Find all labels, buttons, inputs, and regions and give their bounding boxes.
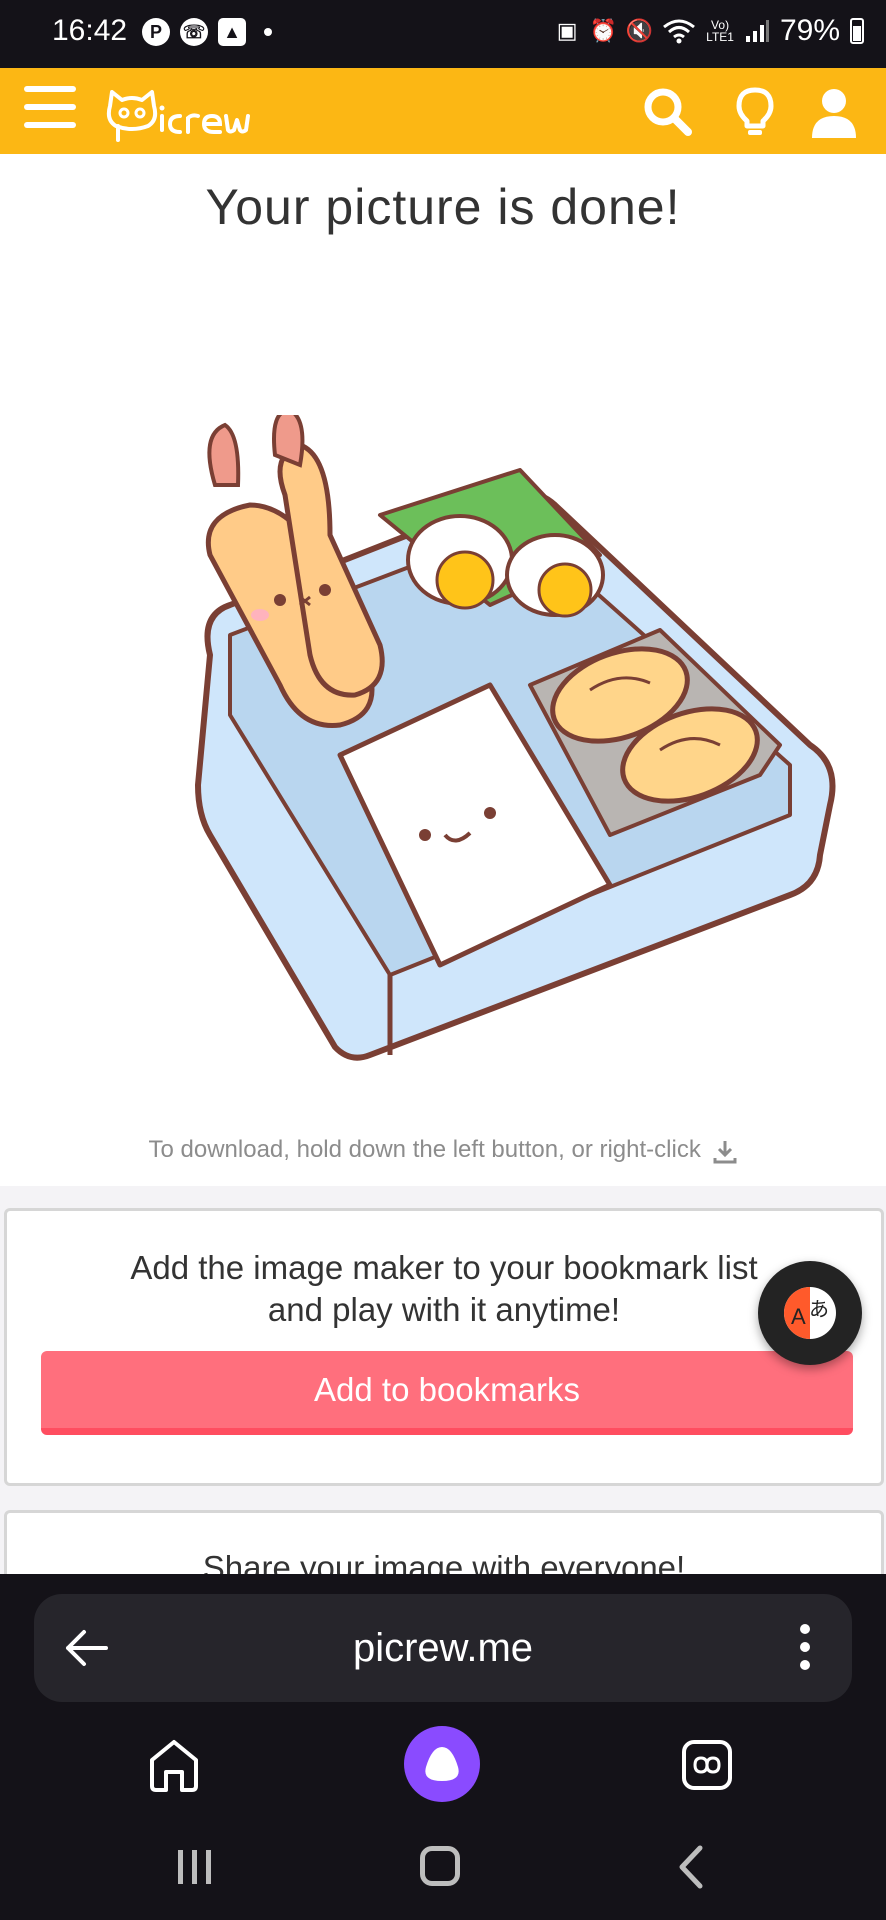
- translate-icon: A あ: [784, 1287, 836, 1339]
- picrew-logo[interactable]: [104, 86, 276, 146]
- download-hint-text: To download, hold down the left button, …: [148, 1136, 701, 1163]
- alarm-icon: ⏰: [589, 18, 617, 43]
- recent-apps-icon[interactable]: [174, 1848, 216, 1886]
- pinterest-icon: P: [142, 18, 170, 46]
- assistant-button[interactable]: [404, 1726, 480, 1802]
- search-icon[interactable]: [640, 84, 696, 140]
- system-back-icon[interactable]: [676, 1844, 706, 1890]
- wifi-icon: [663, 19, 696, 44]
- signal-icon: [745, 20, 769, 42]
- more-menu-icon[interactable]: [798, 1624, 812, 1678]
- url-text[interactable]: picrew.me: [34, 1594, 852, 1702]
- bookmark-text-line2: and play with it anytime!: [267, 1291, 621, 1328]
- system-home-icon[interactable]: [420, 1846, 460, 1886]
- user-icon[interactable]: [806, 84, 862, 140]
- tabs-icon[interactable]: [680, 1738, 734, 1792]
- bookmark-text-line1: Add the image maker to your bookmark lis…: [130, 1249, 758, 1286]
- svg-text:A: A: [791, 1304, 806, 1329]
- home-icon[interactable]: [146, 1736, 202, 1794]
- translate-button[interactable]: A あ: [758, 1261, 862, 1365]
- app-header: [0, 68, 886, 154]
- gallery-icon: ▲: [218, 18, 246, 46]
- battery-icon: [850, 18, 864, 44]
- address-bar[interactable]: picrew.me: [34, 1594, 852, 1702]
- bookmark-card: Add the image maker to your bookmark lis…: [4, 1208, 884, 1486]
- lightbulb-icon[interactable]: [727, 84, 783, 140]
- status-bar: 16:42 P ☏ ▲ ▣ ⏰ 🔇 Vo) LTE1 79%: [0, 0, 886, 68]
- volte-icon: Vo) LTE1: [706, 18, 734, 44]
- download-icon: [713, 1140, 736, 1164]
- svg-text:あ: あ: [809, 1297, 829, 1321]
- menu-icon[interactable]: [24, 86, 76, 134]
- more-notifications-dot: [264, 28, 272, 36]
- add-to-bookmarks-button[interactable]: Add to bookmarks: [41, 1351, 853, 1435]
- mute-icon: 🔇: [625, 18, 653, 43]
- system-indicators: ▣ ⏰ 🔇 Vo) LTE1 79%: [554, 14, 864, 48]
- generated-picture[interactable]: [190, 415, 850, 1075]
- bookmark-card-text: Add the image maker to your bookmark lis…: [7, 1247, 881, 1331]
- notification-icons: P ☏ ▲: [142, 18, 272, 46]
- battery-percent: 79%: [779, 14, 840, 47]
- status-time: 16:42: [52, 14, 128, 47]
- assistant-icon: [425, 1747, 459, 1781]
- app-icon: ▣: [556, 18, 578, 43]
- download-hint: To download, hold down the left button, …: [0, 1136, 886, 1164]
- whatsapp-icon: ☏: [180, 18, 208, 46]
- page-title: Your picture is done!: [205, 179, 681, 235]
